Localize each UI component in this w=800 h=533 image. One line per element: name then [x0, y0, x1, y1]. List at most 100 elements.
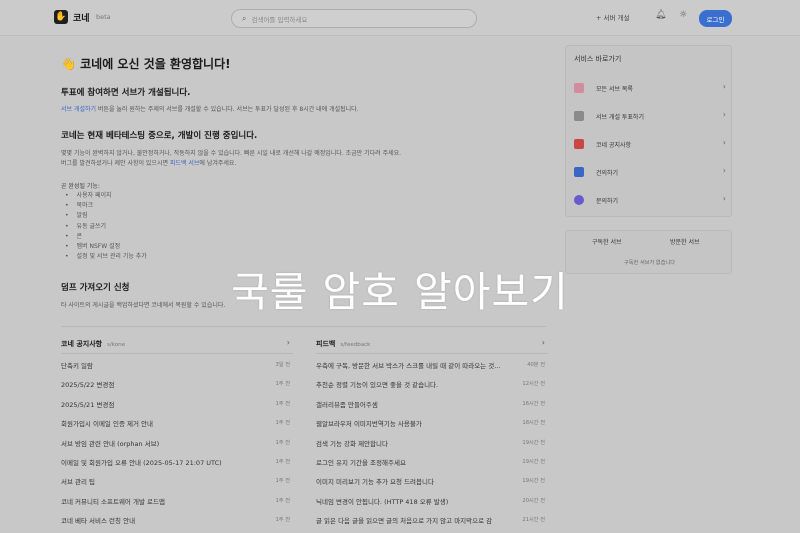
list-item: 북마크	[65, 201, 147, 211]
chevron-right-icon: ›	[722, 82, 726, 91]
table-row[interactable]: 웹알브라우저 이미지번역기능 사용불가 18시간 전	[316, 412, 548, 431]
table-row[interactable]: 2025/5/22 변경점 1주 전	[61, 373, 293, 392]
row-title: 웹알브라우저 이미지번역기능 사용불가	[316, 420, 422, 429]
bell-icon[interactable]: 🔔︎	[655, 10, 666, 20]
service-shortcuts: 서비스 바로가기 모든 서브 목록 › 서브 개설 투표하기 › 코네 공지사항…	[565, 45, 732, 217]
feedback-panel: 피드백 s/feedback › 우측에 구독, 방문한 서브 박스가 스크롤 내…	[316, 332, 548, 529]
beta-description-1: 몇몇 기능이 완벽하지 않거나, 불안정하거나, 작동하지 않을 수 있습니다.…	[61, 150, 402, 157]
theme-toggle-icon[interactable]: ☼	[679, 10, 687, 20]
row-time: 1주 전	[275, 400, 291, 407]
table-row[interactable]: 글 읽은 다음 글을 읽으면 글의 처음으로 가지 않고 마지막으로 감 21시간…	[316, 509, 548, 528]
sidebar-item-label: 문의하기	[596, 198, 619, 205]
row-time: 20시간 전	[522, 497, 545, 504]
feature-list: 사용자 페이지 북마크 알림 유동 글쓰기 콘 멤버 NSFW 설정 설정 및 …	[65, 191, 147, 262]
login-button[interactable]: 로그인	[699, 10, 732, 27]
feedback-header[interactable]: 피드백 s/feedback ›	[316, 332, 548, 354]
vote-description-text: 버튼을 눌러 원하는 주제의 서브를 개설할 수 있습니다. 서브는 투표가 달…	[96, 106, 359, 113]
sidebar-item-vote[interactable]: 서브 개설 투표하기 ›	[574, 109, 726, 125]
search-icon: ⌕	[242, 13, 247, 23]
chevron-right-icon: ›	[722, 138, 726, 147]
table-row[interactable]: 서브 방임 관련 안내 (orphan 서브) 1주 전	[61, 432, 293, 451]
row-time: 21시간 전	[522, 517, 545, 524]
row-title: 로그인 유지 기간을 조정해주세요	[316, 458, 406, 467]
row-time: 1주 전	[275, 517, 291, 524]
table-row[interactable]: 추천순 정렬 기능이 있으면 좋을 것 같습니다. 12시간 전	[316, 373, 548, 392]
row-time: 16시간 전	[522, 400, 545, 407]
sidebar-item-label: 모든 서브 목록	[596, 86, 633, 93]
table-row[interactable]: 단축키 일람 3일 전	[61, 354, 293, 373]
list-item: 사용자 페이지	[65, 191, 147, 201]
row-title: 이메일 및 회원가입 오류 안내 (2025-05-17 21:07 UTC)	[61, 458, 222, 467]
row-title: 회원가입시 이메일 인증 제거 안내	[61, 420, 153, 429]
row-time: 19시간 전	[522, 439, 545, 446]
table-row[interactable]: 로그인 유지 기간을 조정해주세요 19시간 전	[316, 451, 548, 470]
vote-heading: 투표에 참여하면 서브가 개설됩니다.	[61, 88, 191, 98]
sidebar-item-suggest[interactable]: 건의하기 ›	[574, 165, 726, 181]
search-input[interactable]: ⌕ 검색어를 입력하세요	[231, 9, 477, 28]
table-row[interactable]: 이미지 미리보기 기능 추가 요청 드려봅니다 19시간 전	[316, 470, 548, 489]
row-title: 2025/5/21 변경점	[61, 400, 115, 409]
notice-title-text: 코네 공지사항	[61, 340, 103, 348]
list-item: 콘	[65, 232, 147, 242]
create-server-button[interactable]: + 서버 개설	[596, 12, 630, 22]
row-time: 1주 전	[275, 439, 291, 446]
list-item: 멤버 NSFW 설정	[65, 242, 147, 252]
row-time: 19시간 전	[522, 478, 545, 485]
chevron-right-icon: ›	[722, 166, 726, 175]
row-title: 코네 베타 서비스 런칭 안내	[61, 517, 136, 526]
sidebar-item-label: 건의하기	[596, 170, 619, 177]
row-title: 이미지 미리보기 기능 추가 요청 드려봅니다	[316, 478, 434, 487]
table-row[interactable]: 검색 기능 강화 제안합니다 19시간 전	[316, 432, 548, 451]
table-row[interactable]: 코네 커뮤니티 소프트웨어 개발 로드맵 1주 전	[61, 490, 293, 509]
building-icon	[574, 111, 584, 121]
row-time: 1주 전	[275, 381, 291, 388]
beta-heading: 코네는 현재 베타테스팅 중으로, 개발이 진행 중입니다.	[61, 131, 258, 141]
row-time: 40분 전	[527, 362, 545, 368]
logo-text[interactable]: 코네	[73, 11, 90, 24]
table-row[interactable]: 서브 관리 팁 1주 전	[61, 470, 293, 489]
ballot-icon	[574, 167, 584, 177]
sidebar-item-inquiry[interactable]: 문의하기 ›	[574, 193, 726, 209]
table-row[interactable]: 2025/5/21 변경점 1주 전	[61, 393, 293, 412]
row-title: 글 읽은 다음 글을 읽으면 글의 처음으로 가지 않고 마지막으로 감	[316, 517, 493, 526]
row-title: 우측에 구독, 방문한 서브 박스가 스크롤 내릴 때 같이 따라오는 것...	[316, 362, 501, 370]
row-time: 3일 전	[275, 362, 291, 368]
tab-visited[interactable]: 방문한 서브	[670, 237, 700, 246]
sidebar-title: 서비스 바로가기	[574, 55, 622, 63]
features-label: 곧 완성될 기능:	[61, 183, 100, 190]
row-time: 1주 전	[275, 420, 291, 427]
beta-description-2: 버그를 발견하셨거나 제안 사항이 있으시면 피드백 서브에 남겨주세요.	[61, 158, 236, 167]
tab-subscribed[interactable]: 구독한 서브	[592, 237, 622, 246]
row-title: 닉네임 변경이 안됩니다. (HTTP 418 오류 발생)	[316, 497, 449, 506]
chevron-right-icon[interactable]: ›	[542, 338, 545, 347]
notice-title: 코네 공지사항 s/kone	[61, 339, 125, 349]
sidebar-item-notice[interactable]: 코네 공지사항 ›	[574, 137, 726, 153]
create-server-link[interactable]: 서브 개설하기	[61, 106, 96, 113]
list-item: 알림	[65, 211, 147, 221]
sidebar-item-all-subs[interactable]: 모든 서브 목록 ›	[574, 81, 726, 97]
logo-icon[interactable]: ✋	[54, 10, 68, 24]
chevron-right-icon[interactable]: ›	[287, 338, 290, 347]
row-title: 갤러리뷰좀 만들어주셈	[316, 400, 378, 409]
sidebar-item-label: 코네 공지사항	[596, 142, 632, 149]
row-time: 18시간 전	[522, 420, 545, 427]
table-row[interactable]: 이메일 및 회원가입 오류 안내 (2025-05-17 21:07 UTC) 1…	[61, 451, 293, 470]
notice-header[interactable]: 코네 공지사항 s/kone ›	[61, 332, 293, 354]
table-row[interactable]: 갤러리뷰좀 만들어주셈 16시간 전	[316, 393, 548, 412]
notice-sub: s/kone	[107, 342, 126, 348]
vote-description: 서브 개설하기 버튼을 눌러 원하는 주제의 서브를 개설할 수 있습니다. 서…	[61, 104, 359, 113]
feedback-sub: s/feedback	[340, 342, 371, 348]
table-row[interactable]: 닉네임 변경이 안됩니다. (HTTP 418 오류 발생) 20시간 전	[316, 490, 548, 509]
search-placeholder: 검색어를 입력하세요	[251, 15, 308, 24]
chevron-right-icon: ›	[722, 194, 726, 203]
beta-badge: beta	[96, 13, 111, 21]
pages-icon	[574, 83, 584, 93]
row-title: 코네 커뮤니티 소프트웨어 개발 로드맵	[61, 497, 165, 506]
row-time: 1주 전	[275, 497, 291, 504]
feedback-title: 피드백 s/feedback	[316, 339, 370, 349]
table-row[interactable]: 우측에 구독, 방문한 서브 박스가 스크롤 내릴 때 같이 따라오는 것...…	[316, 354, 548, 373]
row-time: 1주 전	[275, 458, 291, 465]
table-row[interactable]: 코네 베타 서비스 런칭 안내 1주 전	[61, 509, 293, 528]
feedback-sub-link[interactable]: 피드백 서브	[170, 160, 200, 167]
table-row[interactable]: 회원가입시 이메일 인증 제거 안내 1주 전	[61, 412, 293, 431]
